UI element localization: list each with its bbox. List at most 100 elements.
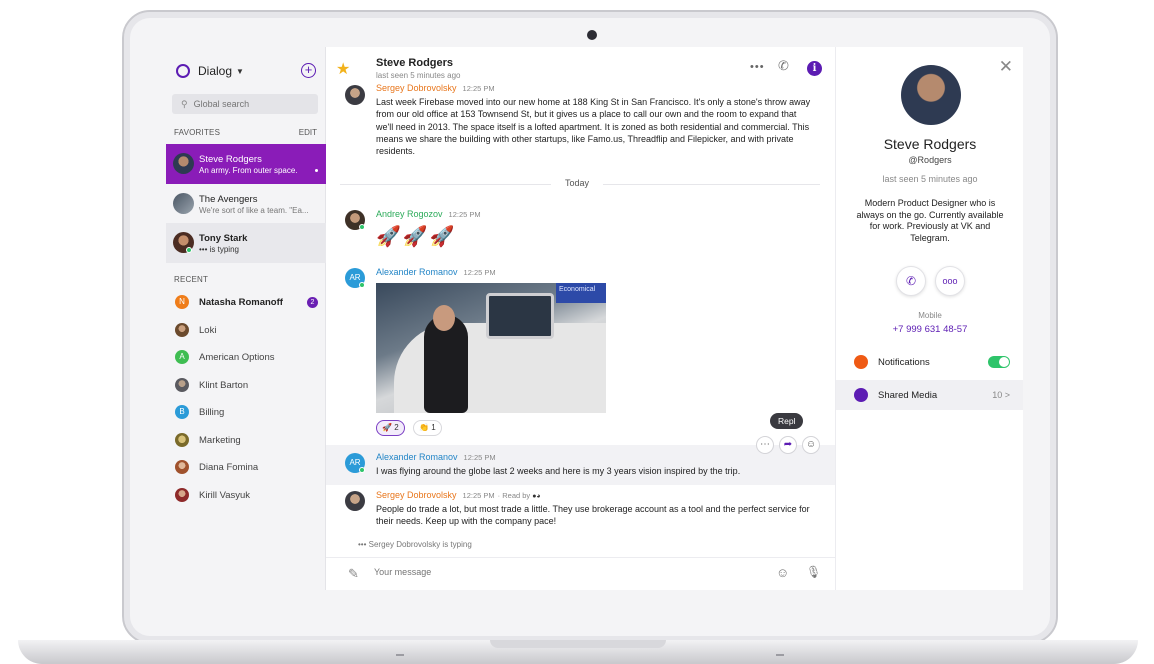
- message-time: 12:25 PM: [463, 268, 496, 277]
- profile-bio: Modern Product Designer who is always on…: [856, 198, 1004, 243]
- unread-dot: [315, 169, 318, 172]
- chat-name: Diana Fomina: [199, 462, 259, 473]
- message-text: I was flying around the globe last 2 wee…: [376, 466, 741, 476]
- online-indicator: [359, 467, 365, 473]
- phone-icon[interactable]: ✆: [778, 58, 789, 74]
- notifications-label: Notifications: [878, 357, 930, 368]
- person-head: [433, 305, 455, 331]
- reaction-rocket[interactable]: 🚀 2: [376, 420, 405, 436]
- chevron-down-icon[interactable]: ▼: [236, 67, 244, 76]
- info-icon[interactable]: i: [807, 61, 822, 76]
- avatar: [175, 378, 189, 392]
- avatar: [175, 460, 189, 474]
- avatar: A: [175, 350, 189, 364]
- mobile-number[interactable]: +7 999 631 48-57: [836, 324, 1023, 335]
- author-name: Sergey Dobrovolsky: [376, 490, 457, 500]
- message-time: 12:25 PM: [448, 210, 481, 219]
- peer-status: last seen 5 minutes ago: [376, 71, 461, 80]
- search-input[interactable]: [193, 99, 304, 109]
- chat-item-kirill-vasyuk[interactable]: Kirill Vasyuk: [166, 482, 326, 509]
- chat-name: Steve Rodgers: [199, 154, 262, 165]
- message-author[interactable]: Alexander Romanov 12:25 PM: [376, 267, 496, 277]
- read-receipt: · Read by: [497, 491, 531, 500]
- chat-name: Billing: [199, 407, 225, 418]
- chat-name: Klint Barton: [199, 380, 249, 391]
- composer: ✎ ☺ 🎙: [326, 557, 835, 590]
- chat-item-natasha-romanoff[interactable]: N Natasha Romanoff 2: [166, 289, 326, 316]
- call-button[interactable]: ✆: [896, 266, 926, 296]
- camera: [587, 30, 597, 40]
- reaction-count: 2: [394, 423, 399, 432]
- profile-handle: @Rodgers: [908, 155, 952, 165]
- unread-badge: 2: [307, 297, 318, 308]
- chat-item-klint-barton[interactable]: Klint Barton: [166, 372, 326, 399]
- emoji-icon[interactable]: ☺: [776, 565, 789, 580]
- notifications-row[interactable]: Notifications: [836, 347, 1023, 377]
- emoji-react-icon[interactable]: ☺: [802, 436, 820, 454]
- app-window: Dialog ▼ + ⚲ FAVORITES EDIT Steve Rodger…: [166, 47, 1023, 590]
- chat-name: Marketing: [199, 435, 241, 446]
- more-button[interactable]: ooo: [935, 266, 965, 296]
- app-name[interactable]: Dialog: [198, 64, 232, 78]
- day-divider-label: Today: [551, 178, 604, 188]
- reaction-emoji: 👏: [419, 423, 429, 432]
- favorite-star-icon[interactable]: ★: [336, 59, 350, 79]
- edit-favorites-link[interactable]: EDIT: [299, 128, 317, 137]
- online-indicator: [359, 224, 365, 230]
- microphone-icon[interactable]: 🎙: [806, 565, 821, 579]
- chat-item-tony-stark[interactable]: Tony Stark ••• is typing: [166, 223, 326, 263]
- notifications-toggle[interactable]: [988, 356, 1010, 368]
- shared-media-row[interactable]: Shared Media 10 >: [836, 380, 1023, 410]
- profile-name: Steve Rodgers: [883, 136, 977, 152]
- laptop-notch: [490, 640, 666, 648]
- search-box[interactable]: ⚲: [172, 94, 318, 114]
- profile-status: last seen 5 minutes ago: [882, 174, 978, 184]
- message-input[interactable]: [374, 567, 754, 577]
- mobile-label: Mobile: [918, 311, 942, 320]
- favorites-heading: FAVORITES: [174, 128, 221, 137]
- media-icon: [854, 388, 868, 402]
- message-time: 12:25 PM: [463, 453, 496, 462]
- phone-icon: ✆: [905, 274, 917, 288]
- photo-attachment[interactable]: Economical: [376, 283, 606, 413]
- chat-item-steve-rodgers[interactable]: Steve Rodgers An army. From outer space.: [166, 144, 326, 184]
- message-author[interactable]: Alexander Romanov 12:25 PM: [376, 452, 496, 462]
- online-indicator: [186, 247, 192, 253]
- message-author[interactable]: Sergey Dobrovolsky 12:25 PM · Read by ●◕: [376, 490, 541, 500]
- chat-name: The Avengers: [199, 194, 258, 205]
- message-author[interactable]: Andrey Rogozov 12:25 PM: [376, 209, 481, 219]
- shared-media-label: Shared Media: [878, 390, 938, 401]
- author-name: Alexander Romanov: [376, 267, 458, 277]
- sidebar: Dialog ▼ + ⚲ FAVORITES EDIT Steve Rodger…: [166, 47, 326, 590]
- chat-item-diana-fomina[interactable]: Diana Fomina: [166, 454, 326, 481]
- photo-sign: Economical: [556, 283, 606, 303]
- close-icon[interactable]: ✕: [999, 57, 1013, 77]
- chat-preview: An army. From outer space.: [199, 166, 298, 175]
- message-author[interactable]: Sergey Dobrovolsky 12:25 PM: [376, 83, 495, 93]
- conversation-header: ★ Steve Rodgers last seen 5 minutes ago …: [326, 47, 835, 83]
- capsule-window: [486, 293, 554, 339]
- avatar: [175, 488, 189, 502]
- more-actions-icon[interactable]: ⋯: [756, 436, 774, 454]
- reply-icon[interactable]: ➦: [779, 436, 797, 454]
- shared-media-count: 10 >: [992, 390, 1010, 400]
- laptop-foot: [396, 654, 404, 656]
- chat-item-billing[interactable]: B Billing: [166, 399, 326, 426]
- attach-icon[interactable]: ✎: [348, 566, 359, 582]
- chat-name: Loki: [199, 325, 217, 336]
- laptop-foot: [776, 654, 784, 656]
- reaction-count: 1: [431, 423, 436, 432]
- chat-item-marketing[interactable]: Marketing: [166, 427, 326, 454]
- chat-item-the-avengers[interactable]: The Avengers We're sort of like a team. …: [166, 184, 326, 224]
- reaction-clap[interactable]: 👏 1: [413, 420, 442, 436]
- chat-item-american-options[interactable]: A American Options: [166, 344, 326, 371]
- chat-item-loki[interactable]: Loki: [166, 317, 326, 344]
- typing-status: ••• is typing: [199, 245, 239, 254]
- avatar[interactable]: [345, 85, 365, 105]
- rocket-emoji-message: 🚀🚀🚀: [376, 226, 457, 248]
- peer-name[interactable]: Steve Rodgers: [376, 57, 453, 69]
- more-horizontal-icon[interactable]: •••: [750, 61, 765, 73]
- avatar[interactable]: [345, 491, 365, 511]
- bell-icon: [854, 355, 868, 369]
- new-chat-button[interactable]: +: [301, 63, 316, 78]
